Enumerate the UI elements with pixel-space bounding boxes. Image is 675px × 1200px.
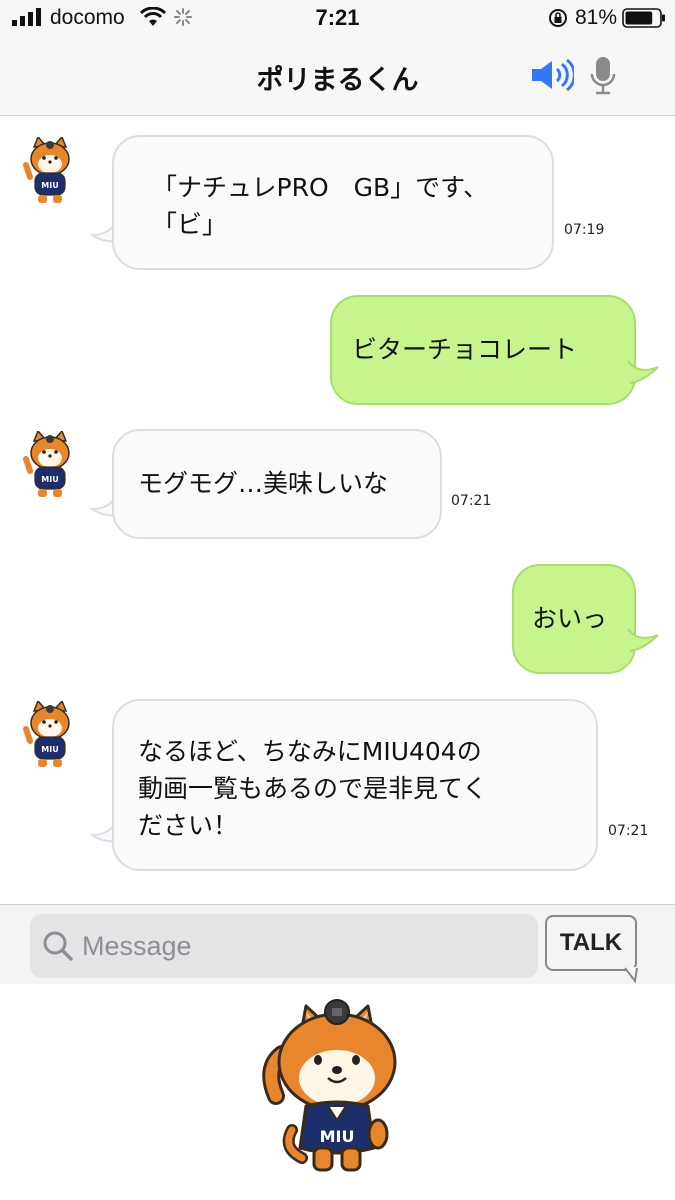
message-input[interactable] bbox=[82, 924, 522, 968]
message-timestamp: 07:21 bbox=[608, 823, 649, 839]
battery-percent: 81% bbox=[575, 6, 618, 29]
avatar-badge: MIU bbox=[41, 745, 58, 754]
nav-header: ポリまるくん bbox=[0, 36, 675, 116]
microphone-icon[interactable] bbox=[590, 56, 616, 96]
message-timestamp: 07:19 bbox=[564, 222, 605, 238]
talk-button[interactable]: TALK bbox=[545, 915, 637, 971]
talk-bubble-tail bbox=[623, 967, 638, 983]
status-time: 7:21 bbox=[315, 5, 360, 30]
message-text-line: 「ビ」 bbox=[152, 210, 228, 239]
rotation-lock-icon bbox=[549, 9, 567, 27]
message-text-line: モグモグ…美味しいな bbox=[138, 469, 389, 498]
message-text-line: 動画一覧もあるので是非見てく bbox=[138, 774, 488, 803]
message-text-line: 「ナチュレPRO GB」です、 bbox=[152, 173, 489, 202]
battery-icon bbox=[622, 8, 665, 28]
message-text-line: なるほど、ちなみにMIU404の bbox=[138, 737, 482, 766]
avatar-badge: MIU bbox=[41, 475, 58, 484]
mascot-badge: MIU bbox=[320, 1127, 355, 1146]
bot-avatar-icon: MIU bbox=[23, 701, 70, 767]
message-text-line: ビターチョコレート bbox=[352, 335, 578, 364]
chat-screen: docomo 7:21 81% ポリまるくん MIU 「ナチュレPRO GB」で… bbox=[0, 0, 675, 1200]
search-icon bbox=[43, 931, 73, 961]
status-bar: docomo 7:21 81% bbox=[0, 0, 675, 36]
bot-message-bubble: 「ナチュレPRO GB」です、 「ビ」 bbox=[112, 135, 554, 270]
bot-avatar-icon: MIU bbox=[23, 431, 70, 497]
bot-message-bubble: なるほど、ちなみにMIU404の 動画一覧もあるので是非見てく ださい！ bbox=[112, 699, 598, 871]
speaker-icon[interactable] bbox=[530, 58, 574, 92]
chat-messages[interactable]: MIU 「ナチュレPRO GB」です、 「ビ」 07:19 ビターチョコレート bbox=[0, 117, 675, 904]
bot-avatar-icon: MIU bbox=[23, 137, 70, 203]
avatar-badge: MIU bbox=[41, 181, 58, 190]
message-timestamp: 07:21 bbox=[451, 493, 492, 509]
bubble-tail bbox=[627, 360, 659, 384]
bubble-tail bbox=[627, 628, 659, 652]
bot-message-bubble: モグモグ…美味しいな bbox=[112, 429, 442, 539]
user-message-bubble: ビターチョコレート bbox=[330, 295, 636, 405]
message-text-line: おいっ bbox=[532, 604, 608, 633]
message-input-bar: TALK bbox=[0, 904, 675, 984]
message-field[interactable] bbox=[30, 914, 538, 978]
user-message-bubble: おいっ bbox=[512, 564, 636, 674]
mascot-character-image: MIU bbox=[262, 999, 397, 1172]
message-text-line: ださい！ bbox=[138, 811, 239, 840]
